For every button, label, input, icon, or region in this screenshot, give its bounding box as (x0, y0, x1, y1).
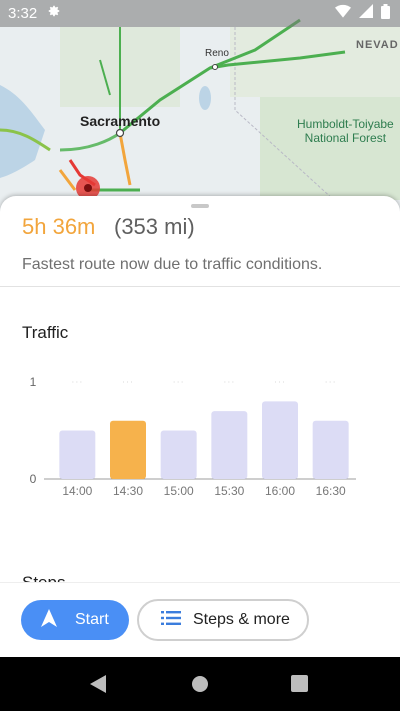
x-tick-label: 16:00 (265, 484, 295, 498)
back-icon[interactable] (90, 675, 106, 698)
gear-icon (47, 4, 61, 23)
divider (0, 286, 400, 287)
steps-and-more-button[interactable]: Steps & more (137, 599, 309, 641)
signal-icon (359, 4, 373, 23)
route-duration: 5h 36m (22, 214, 96, 239)
list-icon (161, 610, 181, 630)
status-bar: 3:32 (0, 0, 400, 27)
y-tick-label: 0 (30, 472, 37, 486)
status-time: 3:32 (8, 5, 38, 22)
start-label: Start (75, 611, 109, 628)
status-icons (335, 3, 390, 24)
map-label-reno: Reno (205, 48, 229, 59)
recents-icon[interactable] (291, 675, 308, 697)
traffic-title: Traffic (22, 323, 69, 342)
x-tick-label: 14:00 (62, 484, 92, 498)
traffic-bar (59, 430, 96, 479)
traffic-bar (110, 420, 146, 479)
traffic-bar (312, 420, 349, 479)
x-tick-label: 14:30 (113, 484, 143, 498)
system-nav-bar (0, 657, 400, 711)
forest-label-line2: National Forest (304, 131, 387, 145)
route-distance: (353 mi) (114, 214, 195, 239)
drag-handle[interactable] (191, 204, 209, 208)
y-tick-label: 1 (30, 375, 37, 389)
traffic-chart: 0 1 14:00 14:30 15:00 15:30 16:00 16:30 (30, 375, 356, 498)
x-tick-label: 16:30 (316, 484, 346, 498)
steps-section-title: Steps (22, 574, 65, 582)
battery-icon (381, 3, 390, 24)
action-bar: Start Steps & more (0, 582, 400, 658)
map-label-sacramento: Sacramento (80, 113, 161, 129)
traffic-bar (262, 401, 298, 479)
traffic-bar (211, 411, 248, 479)
home-icon[interactable] (191, 675, 209, 698)
traffic-bar (160, 430, 197, 479)
map-label-forest: Humboldt-Toiyabe National Forest (297, 117, 394, 145)
start-button[interactable]: Start (21, 600, 129, 640)
x-tick-label: 15:30 (214, 484, 244, 498)
wifi-icon (335, 4, 351, 23)
route-note: Fastest route now due to traffic conditi… (22, 256, 323, 273)
navigation-arrow-icon (41, 608, 57, 632)
x-tick-label: 15:00 (164, 484, 194, 498)
steps-label: Steps & more (193, 611, 290, 628)
map-label-nevada: NEVAD (356, 39, 399, 51)
forest-label-line1: Humboldt-Toiyabe (297, 117, 394, 131)
